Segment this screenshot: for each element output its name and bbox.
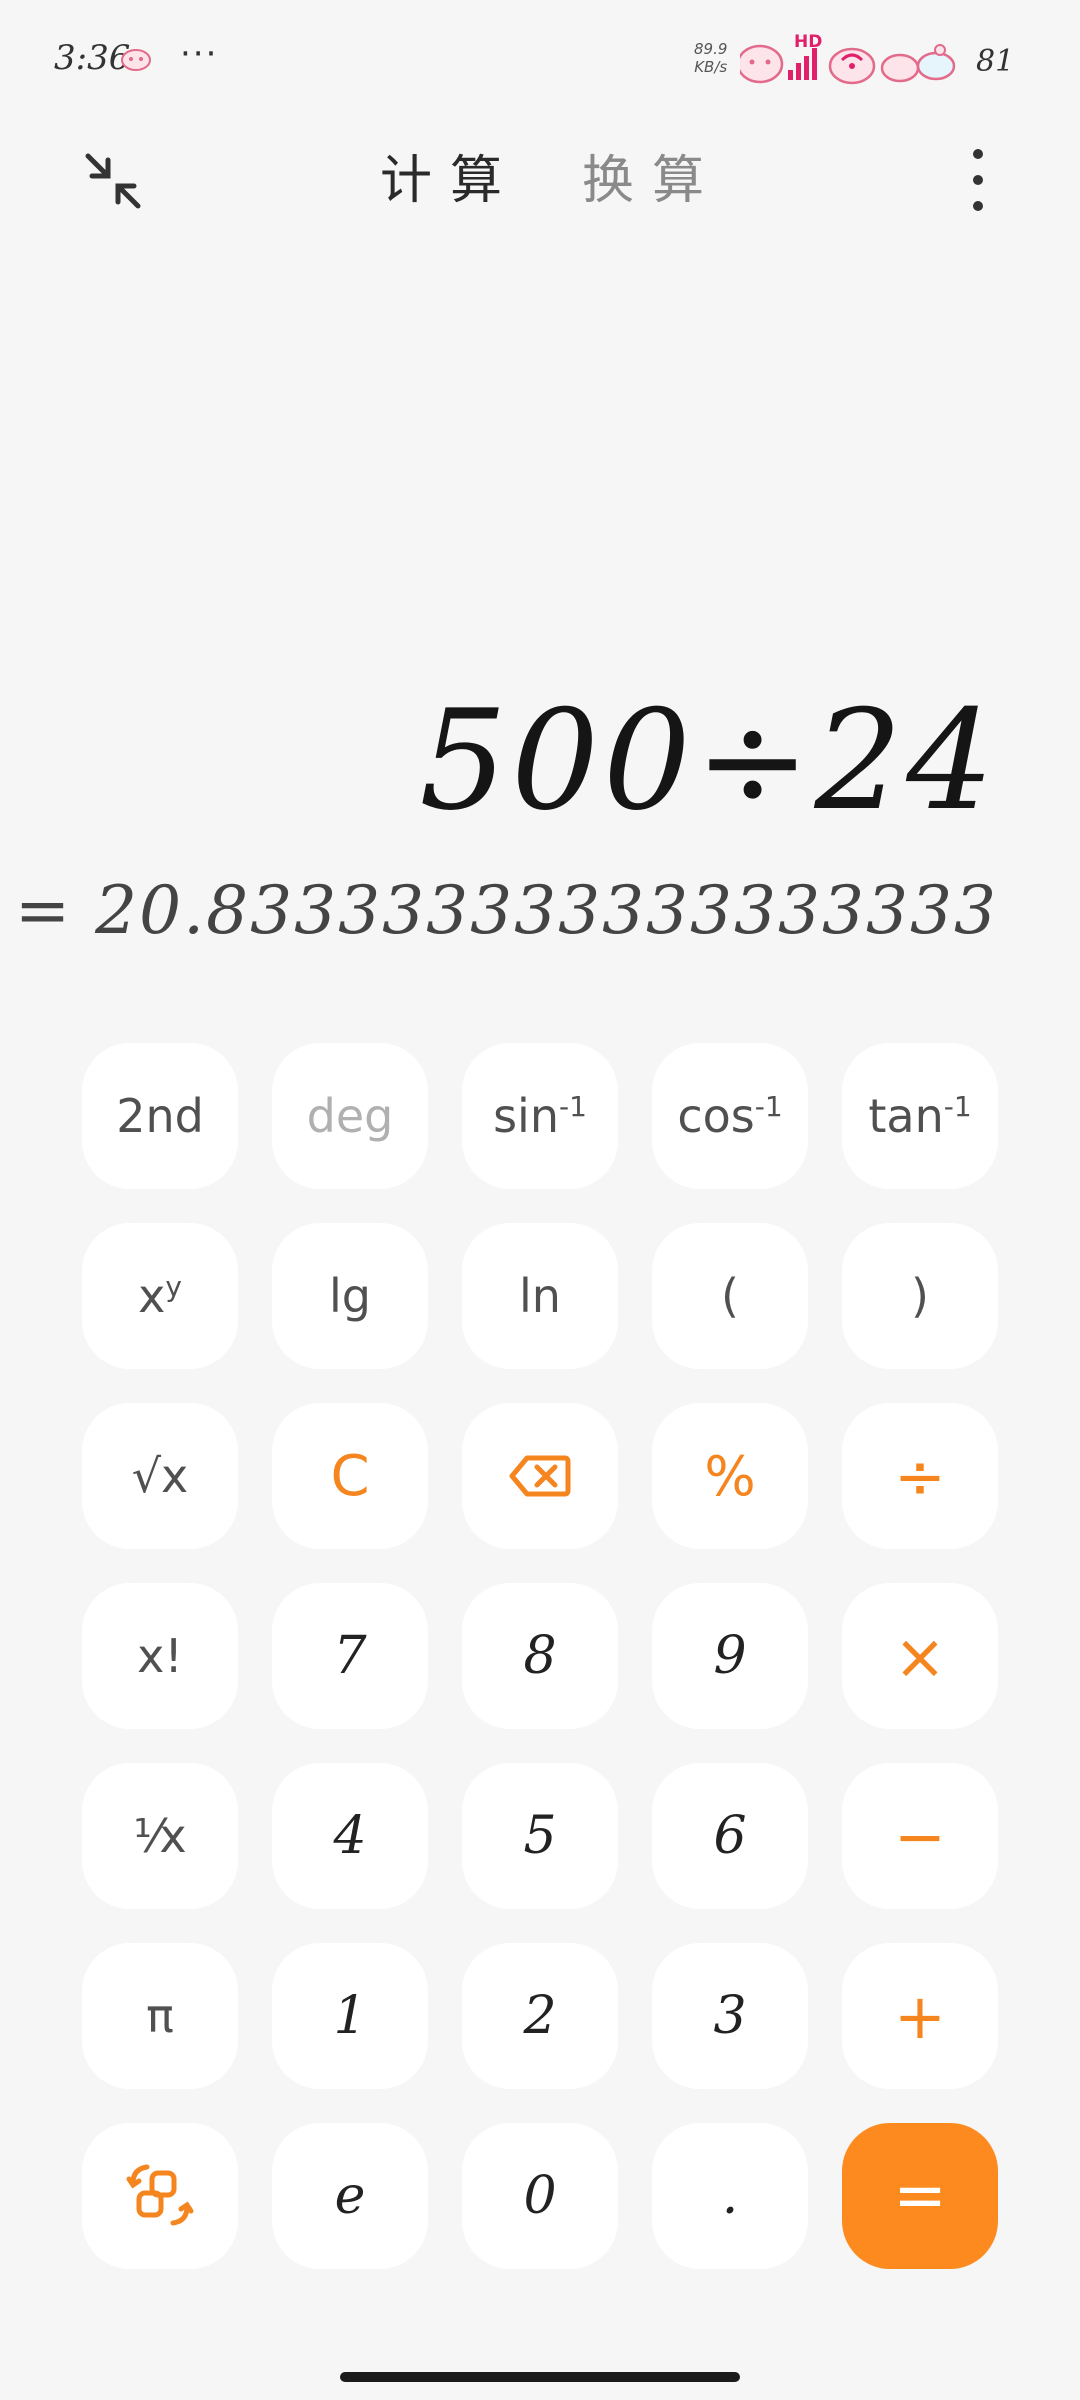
arccos-sup: -1 (754, 1089, 783, 1123)
arccos-button[interactable]: cos -1 (652, 1043, 808, 1189)
close-paren-button[interactable]: ) (842, 1223, 998, 1369)
tab-calculate[interactable]: 计算 (380, 138, 520, 213)
digit-1-button[interactable]: 1 (272, 1943, 428, 2089)
switch-mode-icon (126, 2164, 194, 2226)
sqrt-button[interactable]: √x (82, 1403, 238, 1549)
cat-sticker-icon (740, 44, 784, 84)
euler-button[interactable]: e (272, 2123, 428, 2269)
notification-dots: ··· (180, 34, 219, 74)
expression-display: 500÷24 (419, 680, 998, 841)
backspace-button[interactable] (462, 1403, 618, 1549)
digit-7-button[interactable]: 7 (272, 1583, 428, 1729)
reciprocal-button[interactable]: ¹⁄x (82, 1763, 238, 1909)
multiply-button[interactable]: × (842, 1583, 998, 1729)
digit-3-button[interactable]: 3 (652, 1943, 808, 2089)
collapse-arrows-icon[interactable] (78, 146, 148, 216)
pi-button[interactable]: π (82, 1943, 238, 2089)
divide-button[interactable]: ÷ (842, 1403, 998, 1549)
power-button[interactable]: xy (82, 1223, 238, 1369)
open-paren-button[interactable]: ( (652, 1223, 808, 1369)
ln-button[interactable]: ln (462, 1223, 618, 1369)
plus-button[interactable]: + (842, 1943, 998, 2089)
home-indicator[interactable] (340, 2372, 740, 2382)
result-display: = 20.833333333333333333 (14, 872, 998, 949)
arctan-sup: -1 (943, 1089, 972, 1123)
wifi-cat-icon (828, 47, 876, 85)
digit-4-button[interactable]: 4 (272, 1763, 428, 1909)
more-vertical-icon[interactable] (960, 142, 996, 222)
arccos-label: cos (677, 1089, 755, 1143)
backspace-icon (509, 1455, 571, 1497)
arcsin-sup: -1 (558, 1089, 587, 1123)
signal-icon (788, 48, 817, 80)
network-speed: 89.9 KB/s (694, 40, 727, 76)
clear-button[interactable]: C (272, 1403, 428, 1549)
digit-8-button[interactable]: 8 (462, 1583, 618, 1729)
second-function-button[interactable]: 2nd (82, 1043, 238, 1189)
digit-0-button[interactable]: 0 (462, 2123, 618, 2269)
switch-mode-button[interactable] (82, 2123, 238, 2269)
arctan-label: tan (868, 1089, 944, 1143)
decimal-button[interactable]: . (652, 2123, 808, 2269)
app-header: 计算 换算 (0, 120, 1080, 240)
network-speed-unit: KB/s (694, 58, 728, 76)
digit-6-button[interactable]: 6 (652, 1763, 808, 1909)
network-speed-value: 89.9 (694, 40, 728, 58)
factorial-button[interactable]: x! (82, 1583, 238, 1729)
digit-2-button[interactable]: 2 (462, 1943, 618, 2089)
cat-sticker-icon (121, 49, 151, 71)
arctan-button[interactable]: tan -1 (842, 1043, 998, 1189)
power-sup: y (165, 1269, 182, 1303)
battery-level: 81 (976, 44, 1015, 79)
power-base: x (138, 1269, 166, 1323)
arcsin-label: sin (493, 1089, 559, 1143)
status-bar: 3:36 ··· 89.9 KB/s HD 81 (0, 0, 1080, 110)
digit-9-button[interactable]: 9 (652, 1583, 808, 1729)
equals-button[interactable]: = (842, 2123, 998, 2269)
log10-button[interactable]: lg (272, 1223, 428, 1369)
percent-button[interactable]: % (652, 1403, 808, 1549)
deg-button[interactable]: deg (272, 1043, 428, 1189)
minus-button[interactable]: − (842, 1763, 998, 1909)
keypad: 2nd deg sin -1 cos -1 tan -1 xy lg ln ( ) √… (82, 1043, 998, 2269)
tab-convert[interactable]: 换算 (582, 138, 722, 213)
arcsin-button[interactable]: sin -1 (462, 1043, 618, 1189)
battery-cat-icon (880, 44, 956, 83)
digit-5-button[interactable]: 5 (462, 1763, 618, 1909)
